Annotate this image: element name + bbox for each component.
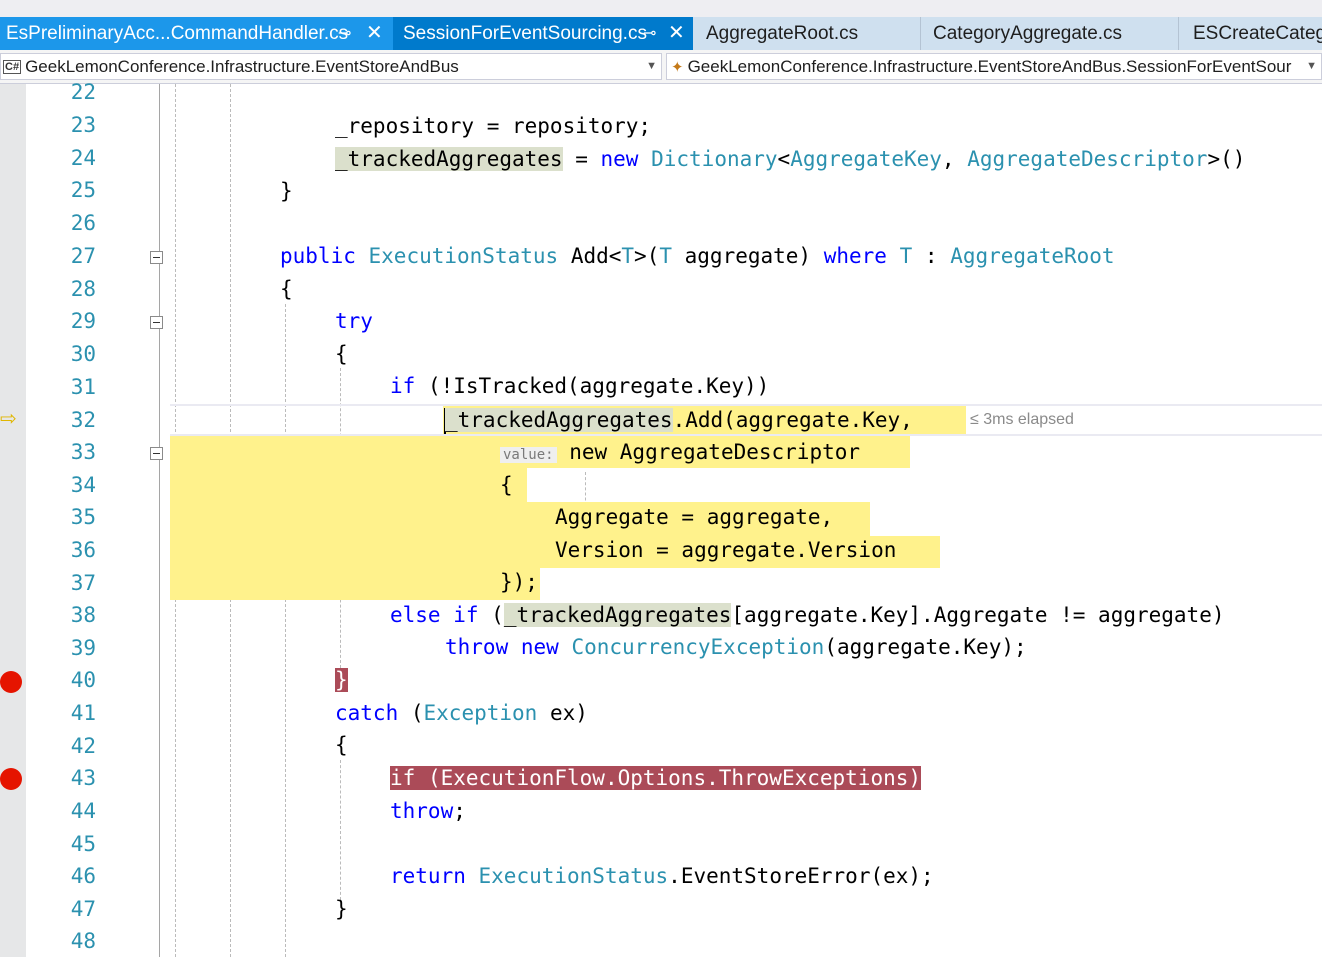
pin-icon[interactable]: ⊸: [643, 17, 656, 50]
code-line-39: throw new ConcurrencyException(aggregate…: [445, 635, 1027, 659]
indent-guide: [340, 760, 341, 900]
line-number: 43: [70, 766, 96, 790]
indent-guide: [285, 304, 286, 957]
code-line-37: });: [500, 570, 538, 594]
current-statement-highlight: [170, 468, 527, 502]
indicator-margin[interactable]: [0, 84, 26, 957]
code-line-23: _repository = repository;: [335, 114, 652, 138]
line-number: 42: [70, 734, 96, 758]
code-line-28: {: [280, 277, 293, 301]
document-tab-bar: EsPreliminaryAcc...CommandHandler.cs ⊸ ✕…: [0, 0, 1322, 50]
line-number: 34: [70, 473, 96, 497]
code-line-32: _trackedAggregates.Add(aggregate.Key,: [445, 408, 926, 432]
line-number: 38: [70, 603, 96, 627]
code-line-36: Version = aggregate.Version: [555, 538, 897, 562]
line-number: 45: [70, 832, 96, 856]
collapse-icon[interactable]: [150, 316, 163, 329]
csharp-project-icon: C#: [3, 60, 22, 74]
tab-es-create-category[interactable]: ESCreateCatego: [1179, 17, 1322, 50]
code-line-25: }: [280, 179, 293, 203]
line-number: 35: [70, 505, 96, 529]
line-number: 47: [70, 897, 96, 921]
tab-label: AggregateRoot.cs: [706, 23, 859, 44]
line-number: 44: [70, 799, 96, 823]
close-icon[interactable]: ✕: [366, 17, 383, 50]
code-line-44: throw;: [390, 799, 466, 823]
code-line-34: {: [500, 473, 513, 497]
collapse-icon[interactable]: [150, 447, 163, 460]
parameter-name-hint: value:: [500, 447, 557, 463]
line-number: 30: [70, 342, 96, 366]
collapse-icon[interactable]: [150, 251, 163, 264]
tab-session-for-event-sourcing[interactable]: SessionForEventSourcing.cs ⊸ ✕: [393, 17, 693, 50]
code-line-38: else if (_trackedAggregates[aggregate.Ke…: [390, 603, 1225, 627]
line-number: 26: [70, 211, 96, 235]
close-icon[interactable]: ✕: [668, 17, 685, 50]
code-line-47: }: [335, 897, 348, 921]
line-number: 25: [70, 178, 96, 202]
class-icon: ✦: [671, 59, 684, 76]
breakpoint-icon[interactable]: [0, 671, 22, 693]
project-name: GeekLemonConference.Infrastructure.Event…: [25, 57, 459, 76]
chevron-down-icon: ▼: [646, 60, 657, 72]
tab-label: EsPreliminaryAcc...CommandHandler.cs: [6, 23, 349, 44]
code-line-33: value: new AggregateDescriptor: [500, 438, 860, 469]
code-line-31: if (!IsTracked(aggregate.Key)): [390, 374, 770, 398]
line-number: 48: [70, 929, 96, 953]
perf-tip-elapsed[interactable]: ≤ 3ms elapsed: [970, 411, 1074, 429]
line-number: 41: [70, 701, 96, 725]
breakpoint-icon[interactable]: [0, 768, 22, 790]
line-number: 33: [70, 440, 96, 464]
tab-es-preliminary-command-handler[interactable]: EsPreliminaryAcc...CommandHandler.cs ⊸ ✕: [0, 17, 393, 50]
member-name: GeekLemonConference.Infrastructure.Event…: [687, 57, 1292, 76]
code-line-24: _trackedAggregates = new Dictionary<Aggr…: [335, 147, 1246, 171]
line-number: 40: [70, 668, 96, 692]
line-number: 22: [70, 80, 96, 104]
line-number: 31: [70, 375, 96, 399]
pin-icon[interactable]: ⊸: [338, 17, 351, 50]
navigation-bar: C# GeekLemonConference.Infrastructure.Eve…: [0, 50, 1322, 84]
code-line-40: }: [335, 668, 348, 692]
code-line-46: return ExecutionStatus.EventStoreError(e…: [390, 864, 934, 888]
line-number: 39: [70, 636, 96, 660]
tab-category-aggregate[interactable]: CategoryAggregate.cs: [921, 17, 1179, 50]
code-line-42: {: [335, 733, 348, 757]
line-number: 32: [70, 408, 96, 432]
tab-aggregate-root[interactable]: AggregateRoot.cs: [693, 17, 921, 50]
code-line-30: {: [335, 342, 348, 366]
code-line-29: try: [335, 309, 373, 333]
line-number: 27: [70, 244, 96, 268]
line-number: 23: [70, 113, 96, 137]
code-line-27: public ExecutionStatus Add<T>(T aggregat…: [280, 244, 1115, 268]
line-number: 29: [70, 309, 96, 333]
code-line-41: catch (Exception ex): [335, 701, 588, 725]
line-number: 28: [70, 277, 96, 301]
line-number: 46: [70, 864, 96, 888]
outlining-line: [159, 84, 160, 957]
code-line-35: Aggregate = aggregate,: [555, 505, 834, 529]
tab-label: ESCreateCatego: [1193, 23, 1322, 44]
line-number: 24: [70, 146, 96, 170]
project-dropdown[interactable]: C# GeekLemonConference.Infrastructure.Eve…: [0, 53, 662, 80]
chevron-down-icon: ▼: [1306, 60, 1317, 72]
tab-label: SessionForEventSourcing.cs: [403, 23, 647, 44]
current-statement-highlight: [170, 568, 540, 600]
member-dropdown[interactable]: ✦ GeekLemonConference.Infrastructure.Even…: [666, 53, 1322, 80]
line-number: 36: [70, 538, 96, 562]
instruction-pointer-icon: ⇨: [0, 408, 17, 430]
tab-label: CategoryAggregate.cs: [933, 23, 1123, 44]
code-line-43: if (ExecutionFlow.Options.ThrowException…: [390, 766, 922, 790]
line-number: 37: [70, 571, 96, 595]
